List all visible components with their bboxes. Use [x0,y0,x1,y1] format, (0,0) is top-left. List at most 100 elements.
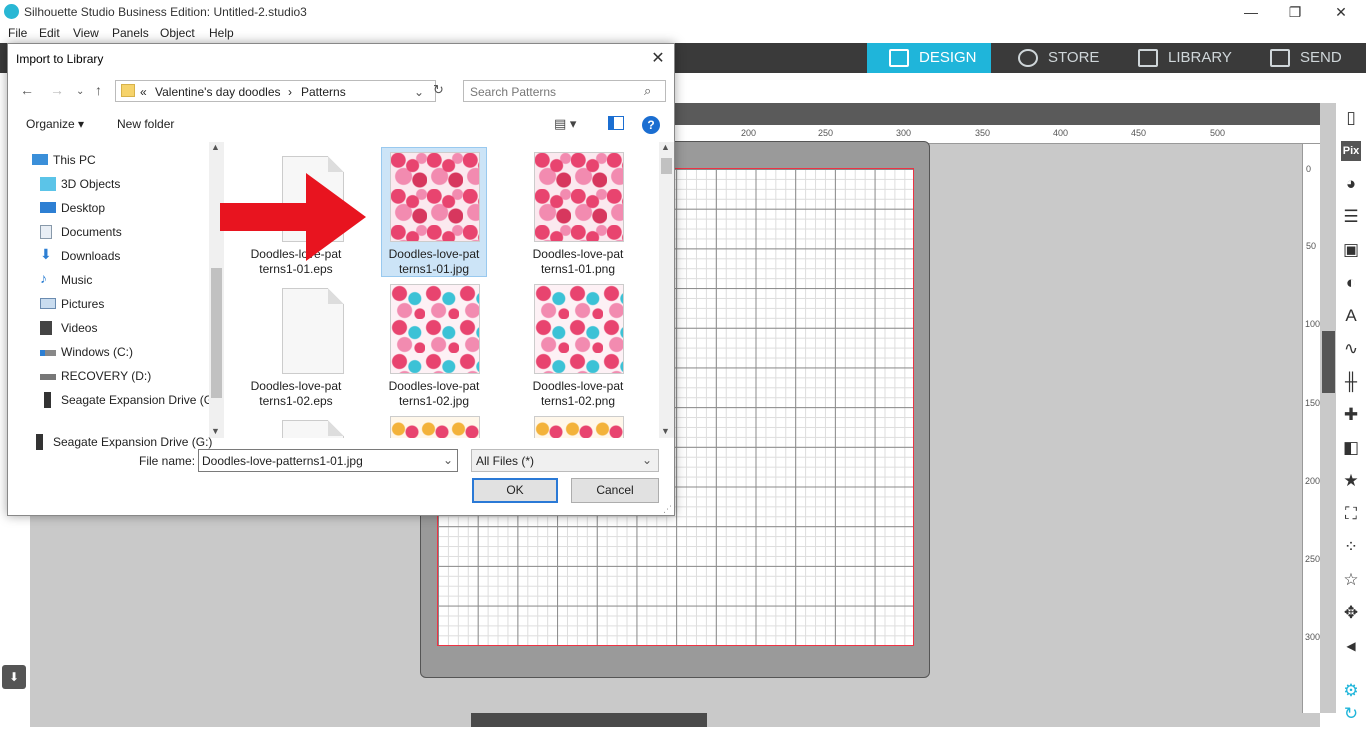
trace-icon[interactable]: ⛶ [1341,504,1361,524]
file-list-scrollbar[interactable] [659,142,674,438]
search-input[interactable]: Search Patterns ⌕ [463,80,666,102]
store-icon [1018,49,1038,67]
view-options-icon[interactable]: ▤ ▾ [554,116,576,132]
menu-help[interactable]: Help [209,26,234,40]
scroll-down-icon[interactable]: ▼ [661,426,670,436]
nav-item-pictures[interactable]: Pictures [17,292,209,316]
refresh-icon[interactable]: ↻ [433,82,444,98]
ruler-tick: 300 [1305,632,1321,642]
new-folder-button[interactable]: New folder [117,117,174,131]
menu-object[interactable]: Object [160,26,195,40]
vertical-scroll-thumb[interactable] [1322,331,1335,393]
tab-store[interactable]: STORE [996,43,1112,73]
nav-item-downloads[interactable]: ⬇ Downloads [17,244,209,268]
menu-file[interactable]: File [8,26,27,40]
file-name-line2: terns1-01.jpg [398,262,470,276]
red-arrow-annotation [220,173,366,261]
import-icon[interactable]: ⬇ [2,665,26,689]
file-item[interactable]: Doodles-love-pat terns1-01.png [526,148,630,276]
text-icon[interactable]: A [1341,306,1361,326]
preview-pane-icon[interactable] [608,116,624,130]
align-icon[interactable]: ╫ [1341,372,1361,392]
file-item[interactable] [526,412,630,438]
file-type-select[interactable]: All Files (*) ⌄ [471,449,659,472]
chevron-down-icon[interactable]: ⌄ [443,453,453,467]
ok-button[interactable]: OK [472,478,558,503]
cube-icon [40,177,56,191]
nav-item-this-pc[interactable]: This PC [17,148,209,172]
file-item[interactable]: Doodles-love-pat terns1-02.jpg [382,280,486,408]
nav-item-documents[interactable]: Documents [17,220,209,244]
shapes-icon[interactable]: ◧ [1341,438,1361,458]
up-arrow-icon[interactable]: ↑ [95,82,102,98]
file-item[interactable] [244,412,348,438]
nav-item-videos[interactable]: Videos [17,316,209,340]
forward-arrow-icon[interactable]: → [50,82,64,98]
menu-panels[interactable]: Panels [112,26,149,40]
address-bar[interactable]: « Valentine's day doodles › Patterns ⌄ [115,80,436,102]
file-item[interactable] [382,412,486,438]
recent-locations-icon[interactable]: ⌄ [76,86,84,97]
star-icon[interactable]: ★ [1341,471,1361,491]
nav-item-label: This PC [53,153,96,167]
tab-library[interactable]: LIBRARY [1116,43,1244,73]
vertical-scrollbar[interactable] [1320,103,1336,713]
nav-item-seagate-root[interactable]: Seagate Expansion Drive (G:) [8,430,212,454]
tab-send[interactable]: SEND [1248,43,1366,73]
file-item[interactable]: Doodles-love-pat terns1-02.eps [244,280,348,408]
puzzle-icon[interactable]: ✥ [1341,603,1361,623]
organize-button[interactable]: Organize ▾ [26,117,84,131]
sync-icon[interactable]: ↻ [1341,704,1361,724]
palette-icon[interactable]: ◕ [1341,174,1361,194]
star-outline-icon[interactable]: ☆ [1341,570,1361,590]
file-name-line2: terns1-02.png [540,394,616,408]
tab-design[interactable]: DESIGN [867,43,991,73]
nav-item-label: Documents [61,225,122,239]
rhinestone-icon[interactable]: ⁘ [1341,537,1361,557]
nav-item-label: Downloads [61,249,121,263]
menu-edit[interactable]: Edit [39,26,60,40]
settings-gear-icon[interactable]: ⚙ [1341,681,1361,701]
scroll-up-icon[interactable]: ▲ [211,142,220,152]
nav-scroll-thumb[interactable] [211,268,222,398]
nav-item-windows-c[interactable]: Windows (C:) [17,340,209,364]
fill-pattern-icon[interactable]: ▣ [1341,240,1361,260]
ruler-tick: 200 [741,128,757,138]
close-window-button[interactable]: ✕ [1318,0,1364,24]
breadcrumb-valentines[interactable]: Valentine's day doodles [155,85,281,99]
menu-bar: File Edit View Panels Object Help [0,24,1366,43]
text-path-icon[interactable]: ∿ [1341,339,1361,359]
menu-view[interactable]: View [73,26,99,40]
nav-item-label: RECOVERY (D:) [61,369,152,383]
ruler-tick: 150 [1305,398,1321,408]
dialog-close-button[interactable]: ✕ [648,48,668,68]
file-item[interactable]: Doodles-love-pat terns1-02.png [526,280,630,408]
file-item-selected[interactable]: Doodles-love-pat terns1-01.jpg [381,147,487,277]
scroll-up-icon[interactable]: ▲ [661,142,670,152]
resize-grip-icon[interactable]: ⋰ [663,504,672,515]
address-dropdown-icon[interactable]: ⌄ [414,85,424,99]
collapse-arrow-icon[interactable]: ◀ [1341,636,1361,656]
chevron-down-icon[interactable]: ⌄ [642,453,652,467]
cancel-button[interactable]: Cancel [571,478,659,503]
nav-item-desktop[interactable]: Desktop [17,196,209,220]
breadcrumb-overflow[interactable]: « [140,85,147,99]
help-icon[interactable]: ? [642,116,660,134]
nav-item-3d-objects[interactable]: 3D Objects [17,172,209,196]
transform-icon[interactable]: ✚ [1341,405,1361,425]
nav-item-music[interactable]: ♪ Music [17,268,209,292]
breadcrumb-patterns[interactable]: Patterns [301,85,346,99]
pix-scan-icon[interactable]: Pix [1341,141,1361,161]
back-arrow-icon[interactable]: ← [20,82,34,98]
contrast-icon[interactable]: ◐ [1341,273,1361,293]
restore-button[interactable]: ❐ [1272,0,1318,24]
file-list-scroll-thumb[interactable] [661,158,672,174]
nav-item-seagate-g[interactable]: Seagate Expansion Drive (G: [17,388,216,412]
ruler-tick: 300 [896,128,912,138]
file-name-input[interactable]: Doodles-love-patterns1-01.jpg ⌄ [198,449,458,472]
minimize-button[interactable]: — [1228,0,1274,24]
nav-item-recovery-d[interactable]: RECOVERY (D:) [17,364,209,388]
horizontal-scroll-thumb[interactable] [471,713,707,727]
line-style-icon[interactable]: ☰ [1341,207,1361,227]
page-setup-icon[interactable]: ▯ [1341,108,1361,128]
